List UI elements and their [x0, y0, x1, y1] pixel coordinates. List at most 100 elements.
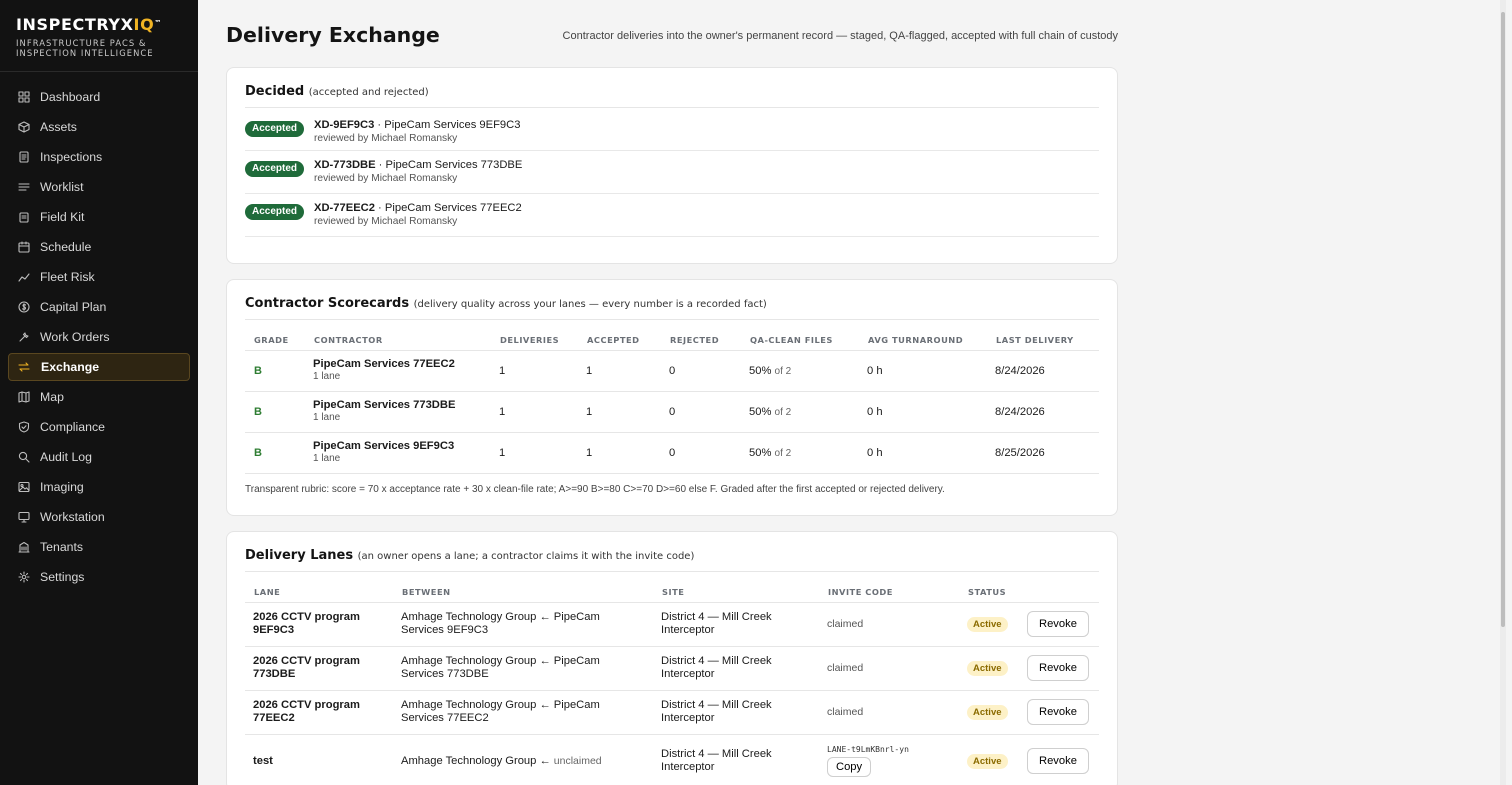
dollar-icon	[18, 301, 30, 313]
sidebar-item-worklist[interactable]: Worklist	[8, 173, 190, 201]
sidebar-item-schedule[interactable]: Schedule	[8, 233, 190, 261]
sidebar-item-label: Work Orders	[40, 330, 110, 344]
sidebar-item-label: Worklist	[40, 180, 84, 194]
sidebar-item-label: Assets	[40, 120, 77, 134]
between-line-1: Amhage Technology Group ← PipeCam	[401, 699, 600, 711]
deliveries: 1	[491, 391, 578, 433]
sidebar-item-compliance[interactable]: Compliance	[8, 413, 190, 441]
decision-row[interactable]: Accepted XD-773DBE · PipeCam Services 773…	[245, 151, 1099, 194]
sidebar-item-audit-log[interactable]: Audit Log	[8, 443, 190, 471]
lane-name-line-2: 773DBE	[253, 668, 296, 680]
lanes-hint: (an owner opens a lane; a contractor cla…	[357, 551, 695, 562]
sidebar-item-work-orders[interactable]: Work Orders	[8, 323, 190, 351]
status-badge: Accepted	[245, 161, 305, 177]
revoke-button[interactable]: Revoke	[1027, 748, 1089, 774]
decision-row[interactable]: Accepted XD-9EF9C3 · PipeCam Services 9EF…	[245, 108, 1099, 151]
action-cell: Revoke	[1019, 734, 1099, 785]
table-row[interactable]: B PipeCam Services 9EF9C3 1 lane 1 1 0 50% of …	[245, 432, 1099, 474]
scorecards-header-row: GRADE CONTRACTOR DELIVERIES ACCEPTED REJECTE…	[245, 320, 1099, 351]
lane-name-line-1: 2026 CCTV program	[253, 699, 360, 711]
scorecards-body: B PipeCam Services 77EEC2 1 lane 1 1 0 50% of …	[245, 350, 1099, 474]
brand-logo[interactable]: INSPECTRYXIQ™	[16, 16, 198, 34]
scorecards-hint: (delivery quality across your lanes — ev…	[413, 299, 767, 310]
contractor-name: PipeCam Services 77EEC2	[384, 202, 522, 214]
sidebar-item-label: Field Kit	[40, 210, 85, 224]
sidebar-item-exchange[interactable]: Exchange	[8, 353, 190, 381]
sidebar-item-settings[interactable]: Settings	[8, 563, 190, 591]
document-icon	[19, 151, 29, 163]
table-row[interactable]: 2026 CCTV program 9EF9C3 Amhage Technology…	[245, 602, 1099, 647]
table-row[interactable]: B PipeCam Services 773DBE 1 lane 1 1 0 50% of …	[245, 391, 1099, 433]
qa-clean-files: 50% of 2	[741, 350, 859, 392]
lane-count: 1 lane	[313, 412, 341, 423]
sidebar-item-imaging[interactable]: Imaging	[8, 473, 190, 501]
status-badge: Accepted	[245, 204, 305, 220]
contractor-name[interactable]: PipeCam Services 9EF9C3	[313, 440, 491, 453]
sidebar-item-tenants[interactable]: Tenants	[8, 533, 190, 561]
status-cell: Active	[959, 602, 1019, 647]
sidebar-item-map[interactable]: Map	[8, 383, 190, 411]
lane-name[interactable]: test	[253, 755, 393, 768]
table-row[interactable]: B PipeCam Services 77EEC2 1 lane 1 1 0 50% of …	[245, 350, 1099, 392]
sidebar-item-field-kit[interactable]: Field Kit	[8, 203, 190, 231]
between-line-1: Amhage Technology Group ←	[401, 754, 551, 767]
lane-name[interactable]: 2026 CCTV program 77EEC2	[253, 699, 393, 725]
reviewer: reviewed by Michael Romansky	[314, 216, 458, 227]
sidebar-item-assets[interactable]: Assets	[8, 113, 190, 141]
revoke-button[interactable]: Revoke	[1027, 611, 1089, 637]
delivery-id[interactable]: XD-77EEC2	[314, 202, 375, 214]
sidebar-item-label: Compliance	[40, 420, 105, 434]
contractor-cell: PipeCam Services 9EF9C3 1 lane	[305, 432, 491, 474]
scrollbar-thumb[interactable]	[1501, 12, 1505, 627]
rejected: 0	[661, 391, 741, 433]
revoke-button[interactable]: Revoke	[1027, 655, 1089, 681]
lane-name[interactable]: 2026 CCTV program 773DBE	[253, 655, 393, 681]
table-row[interactable]: 2026 CCTV program 77EEC2 Amhage Technology…	[245, 690, 1099, 735]
rejected: 0	[661, 350, 741, 392]
cube-icon	[18, 121, 30, 133]
sidebar-item-label: Tenants	[40, 540, 84, 554]
sidebar-item-label: Audit Log	[40, 450, 92, 464]
building-icon	[18, 541, 30, 553]
qa-of: of 2	[774, 406, 792, 418]
table-row[interactable]: 2026 CCTV program 773DBE Amhage Technology…	[245, 646, 1099, 691]
brand-trademark: ™	[154, 19, 162, 27]
qa-percent: 50%	[749, 405, 772, 418]
invite-code[interactable]: LANE-t9LmKBnrl-yn	[827, 745, 959, 754]
page-scrollbar[interactable]	[1500, 0, 1506, 785]
deliveries: 1	[491, 432, 578, 474]
delivery-id[interactable]: XD-773DBE	[314, 159, 376, 171]
copy-button[interactable]: Copy	[827, 757, 872, 777]
sidebar-item-label: Map	[40, 390, 64, 404]
sidebar-item-capital-plan[interactable]: Capital Plan	[8, 293, 190, 321]
scorecards-title: Contractor Scorecards (delivery quality …	[245, 280, 1099, 320]
brand-tagline: INFRASTRUCTURE PACS & INSPECTION INTELLI…	[16, 38, 198, 58]
qa-percent: 50%	[749, 364, 772, 377]
column-header-actions	[1019, 572, 1099, 603]
scorecards-rubric: Transparent rubric: score = 70 x accepta…	[245, 483, 945, 495]
accepted: 1	[578, 391, 661, 433]
contractor-cell: PipeCam Services 77EEC2 1 lane	[305, 350, 491, 392]
last-delivery: 8/24/2026	[987, 391, 1099, 433]
sidebar-item-dashboard[interactable]: Dashboard	[8, 83, 190, 111]
sidebar-item-workstation[interactable]: Workstation	[8, 503, 190, 531]
sidebar-item-inspections[interactable]: Inspections	[8, 143, 190, 171]
delivery-id[interactable]: XD-9EF9C3	[314, 119, 374, 131]
contractor-name[interactable]: PipeCam Services 773DBE	[313, 399, 491, 412]
revoke-button[interactable]: Revoke	[1027, 699, 1089, 725]
column-header-between: BETWEEN	[393, 572, 653, 603]
column-header-deliveries: DELIVERIES	[491, 320, 578, 351]
lane-count: 1 lane	[313, 453, 341, 464]
contractor-name[interactable]: PipeCam Services 77EEC2	[313, 358, 491, 371]
between-cell: Amhage Technology Group ← PipeCam Service…	[393, 602, 653, 647]
table-row[interactable]: test Amhage Technology Group ← unclaimed D…	[245, 734, 1099, 785]
shield-icon	[18, 421, 30, 433]
decision-main: XD-773DBE · PipeCam Services 773DBE	[314, 159, 522, 172]
status-cell: Active	[959, 690, 1019, 735]
wrench-icon	[19, 332, 29, 342]
sidebar-item-label: Exchange	[41, 360, 100, 374]
lane-name[interactable]: 2026 CCTV program 9EF9C3	[253, 611, 393, 637]
decision-row[interactable]: Accepted XD-77EEC2 · PipeCam Services 77E…	[245, 194, 1099, 237]
sidebar-item-fleet-risk[interactable]: Fleet Risk	[8, 263, 190, 291]
decision-text: XD-9EF9C3 · PipeCam Services 9EF9C3 revie…	[314, 119, 520, 145]
